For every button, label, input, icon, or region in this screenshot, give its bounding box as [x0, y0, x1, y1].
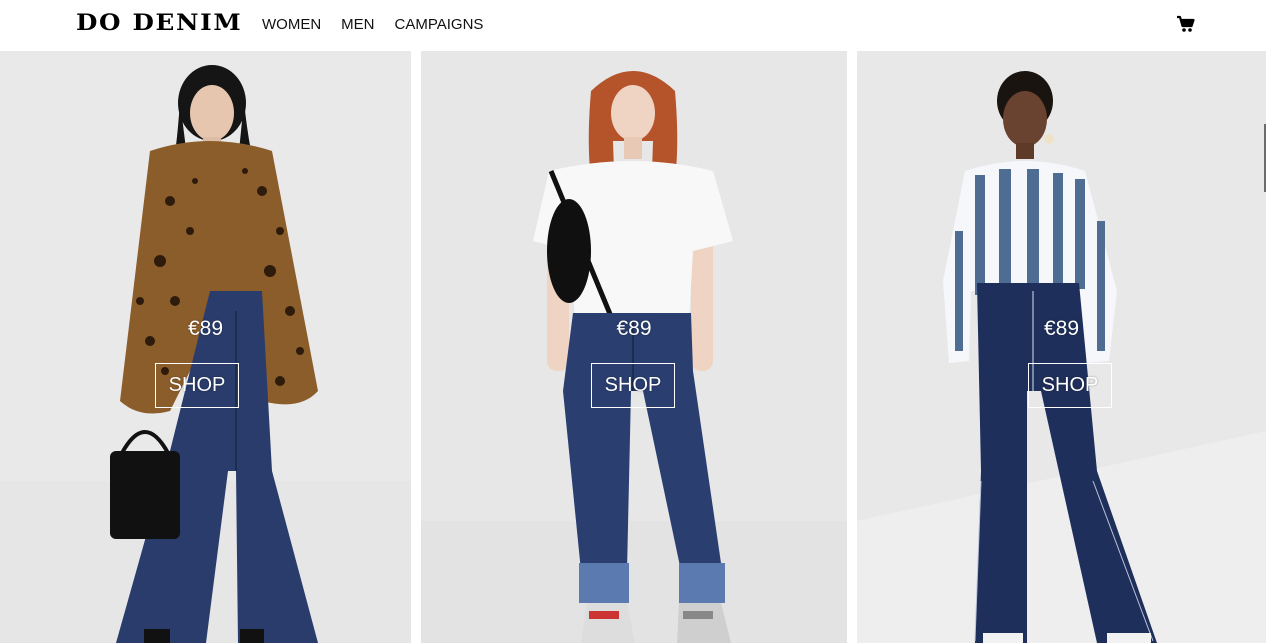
nav-item-women[interactable]: WOMEN [262, 16, 321, 33]
nav-item-campaigns[interactable]: CAMPAIGNS [395, 16, 484, 33]
product-price: €89 [1043, 317, 1080, 340]
product-image [857, 51, 1266, 643]
shop-button[interactable]: SHOP [1028, 363, 1112, 408]
shopping-cart-icon[interactable] [1176, 14, 1196, 34]
product-card[interactable]: €89 SHOP [421, 51, 847, 643]
site-header: DO DENIM WOMEN MEN CAMPAIGNS [0, 0, 1266, 50]
product-image [421, 51, 847, 643]
product-card[interactable]: €89 SHOP [0, 51, 411, 643]
shop-button[interactable]: SHOP [591, 363, 675, 408]
product-price: €89 [616, 317, 652, 340]
brand-logo[interactable]: DO DENIM [76, 10, 242, 36]
main-nav: WOMEN MEN CAMPAIGNS [262, 16, 483, 33]
nav-item-men[interactable]: MEN [341, 16, 374, 33]
product-image [0, 51, 411, 643]
product-grid: €89 SHOP €89 SHOP €89 SHOP [0, 51, 1266, 643]
product-card[interactable]: €89 SHOP [857, 51, 1266, 643]
shop-button[interactable]: SHOP [155, 363, 239, 408]
product-price: €89 [187, 317, 224, 340]
